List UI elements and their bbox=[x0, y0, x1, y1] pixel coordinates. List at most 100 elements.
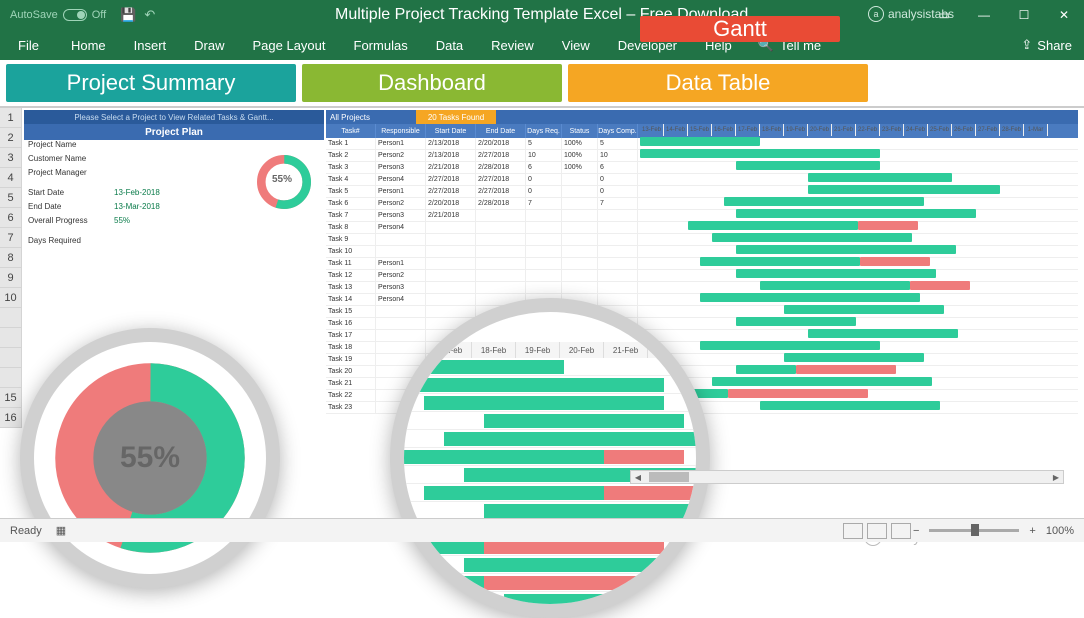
zoom-gantt-row bbox=[390, 556, 710, 574]
gantt-date: 19-Feb bbox=[784, 124, 808, 136]
zoom-gantt-row bbox=[390, 412, 710, 430]
zoom-gantt-bar bbox=[424, 486, 604, 500]
tab-draw[interactable]: Draw bbox=[180, 30, 238, 60]
zoom-gantt-bar bbox=[484, 504, 704, 518]
column-header[interactable]: Days Req. bbox=[526, 124, 562, 138]
gantt-row bbox=[640, 268, 1076, 280]
row-header[interactable]: 3 bbox=[0, 148, 22, 168]
row-header[interactable]: 16 bbox=[0, 408, 22, 428]
save-icon[interactable]: 💾 bbox=[116, 7, 140, 23]
row-header[interactable] bbox=[0, 368, 22, 388]
close-icon[interactable]: ✕ bbox=[1044, 0, 1084, 30]
row-header[interactable]: 6 bbox=[0, 208, 22, 228]
autosave-toggle[interactable]: AutoSave Off bbox=[0, 9, 116, 21]
dashboard-button[interactable]: Dashboard bbox=[302, 64, 562, 102]
row-header[interactable] bbox=[0, 308, 22, 328]
row-header[interactable]: 2 bbox=[0, 128, 22, 148]
maximize-icon[interactable]: ☐ bbox=[1004, 0, 1044, 30]
scroll-thumb[interactable] bbox=[649, 472, 689, 482]
column-header[interactable]: End Date bbox=[476, 124, 526, 138]
scroll-left-icon[interactable]: ◀ bbox=[631, 473, 645, 482]
gantt-bar bbox=[736, 269, 936, 278]
all-projects-label: All Projects bbox=[326, 110, 416, 124]
tab-review[interactable]: Review bbox=[477, 30, 548, 60]
zoom-gantt-bar bbox=[484, 414, 684, 428]
normal-view-icon[interactable] bbox=[843, 523, 863, 539]
zoom-gantt-bar bbox=[390, 378, 664, 392]
gantt-row bbox=[640, 136, 1076, 148]
tab-data[interactable]: Data bbox=[422, 30, 477, 60]
undo-icon[interactable]: ↶ bbox=[140, 7, 159, 23]
row-header[interactable]: 9 bbox=[0, 268, 22, 288]
gantt-bar bbox=[700, 341, 880, 350]
zoom-out-icon[interactable]: − bbox=[913, 525, 919, 537]
tab-home[interactable]: Home bbox=[57, 30, 120, 60]
tab-formulas[interactable]: Formulas bbox=[340, 30, 422, 60]
end-date-label: End Date bbox=[24, 202, 114, 216]
row-header[interactable]: 10 bbox=[0, 288, 22, 308]
row-headers: 12345678910 1516 bbox=[0, 108, 22, 428]
row-header[interactable]: 5 bbox=[0, 188, 22, 208]
row-header[interactable]: 1 bbox=[0, 108, 22, 128]
zoom-date: 19-Feb bbox=[516, 342, 560, 358]
gantt-bar bbox=[808, 185, 1000, 194]
overall-progress-value: 55% bbox=[114, 216, 204, 230]
zoom-date: 17-Feb bbox=[428, 342, 472, 358]
column-header[interactable]: Start Date bbox=[426, 124, 476, 138]
gantt-bar bbox=[760, 401, 940, 410]
row-header[interactable] bbox=[0, 328, 22, 348]
minimize-icon[interactable]: — bbox=[964, 0, 1004, 30]
data-table-button[interactable]: Data Table bbox=[568, 64, 868, 102]
gantt-row bbox=[640, 304, 1076, 316]
zoom-value: 100% bbox=[1046, 525, 1074, 537]
zoom-gantt-bar bbox=[424, 576, 484, 590]
row-header[interactable]: 8 bbox=[0, 248, 22, 268]
horizontal-scrollbar[interactable]: ◀ ▶ bbox=[630, 470, 1064, 484]
gantt-date: 25-Feb bbox=[928, 124, 952, 136]
macro-record-icon[interactable]: ▦ bbox=[56, 524, 66, 537]
zoom-control[interactable]: − + 100% bbox=[913, 525, 1074, 537]
gantt-bar bbox=[712, 377, 932, 386]
gantt-bar bbox=[640, 137, 760, 146]
project-summary-button[interactable]: Project Summary bbox=[6, 64, 296, 102]
zoom-in-icon[interactable]: + bbox=[1029, 525, 1035, 537]
gantt-date: 15-Feb bbox=[688, 124, 712, 136]
customer-name-label: Customer Name bbox=[24, 154, 114, 168]
zoom-gantt-bar bbox=[404, 540, 484, 554]
zoom-date: 22-Feb bbox=[648, 342, 692, 358]
scroll-right-icon[interactable]: ▶ bbox=[1049, 473, 1063, 482]
tab-page-layout[interactable]: Page Layout bbox=[239, 30, 340, 60]
tab-insert[interactable]: Insert bbox=[120, 30, 181, 60]
row-header[interactable]: 7 bbox=[0, 228, 22, 248]
gantt-bar bbox=[808, 329, 958, 338]
share-button[interactable]: ⇪ Share bbox=[1009, 37, 1084, 53]
gantt-bar bbox=[808, 173, 952, 182]
project-manager-label: Project Manager bbox=[24, 168, 114, 182]
column-header[interactable]: Days Comp. bbox=[598, 124, 638, 138]
gantt-row bbox=[640, 160, 1076, 172]
zoom-gantt-bar bbox=[484, 540, 664, 554]
gantt-row bbox=[640, 292, 1076, 304]
tab-view[interactable]: View bbox=[548, 30, 604, 60]
row-header[interactable] bbox=[0, 348, 22, 368]
page-layout-view-icon[interactable] bbox=[867, 523, 887, 539]
gantt-bar bbox=[784, 353, 924, 362]
page-break-view-icon[interactable] bbox=[891, 523, 911, 539]
column-header[interactable]: Responsible bbox=[376, 124, 426, 138]
tab-file[interactable]: File bbox=[0, 30, 57, 60]
column-header[interactable]: Status bbox=[562, 124, 598, 138]
gantt-button[interactable]: Gantt bbox=[640, 16, 840, 42]
gantt-row bbox=[640, 220, 1076, 232]
zoom-slider[interactable] bbox=[929, 529, 1019, 532]
gantt-row bbox=[640, 388, 1076, 400]
project-plan-panel: Please Select a Project to View Related … bbox=[24, 110, 324, 250]
gantt-date: 23-Feb bbox=[880, 124, 904, 136]
column-header[interactable]: Task# bbox=[326, 124, 376, 138]
zoom-gantt-row bbox=[390, 358, 710, 376]
brand-badge: a analysistabs bbox=[868, 6, 954, 22]
gantt-bar bbox=[724, 197, 924, 206]
row-header[interactable]: 4 bbox=[0, 168, 22, 188]
row-header[interactable]: 15 bbox=[0, 388, 22, 408]
gantt-bar bbox=[760, 281, 910, 290]
gantt-date: 16-Feb bbox=[712, 124, 736, 136]
